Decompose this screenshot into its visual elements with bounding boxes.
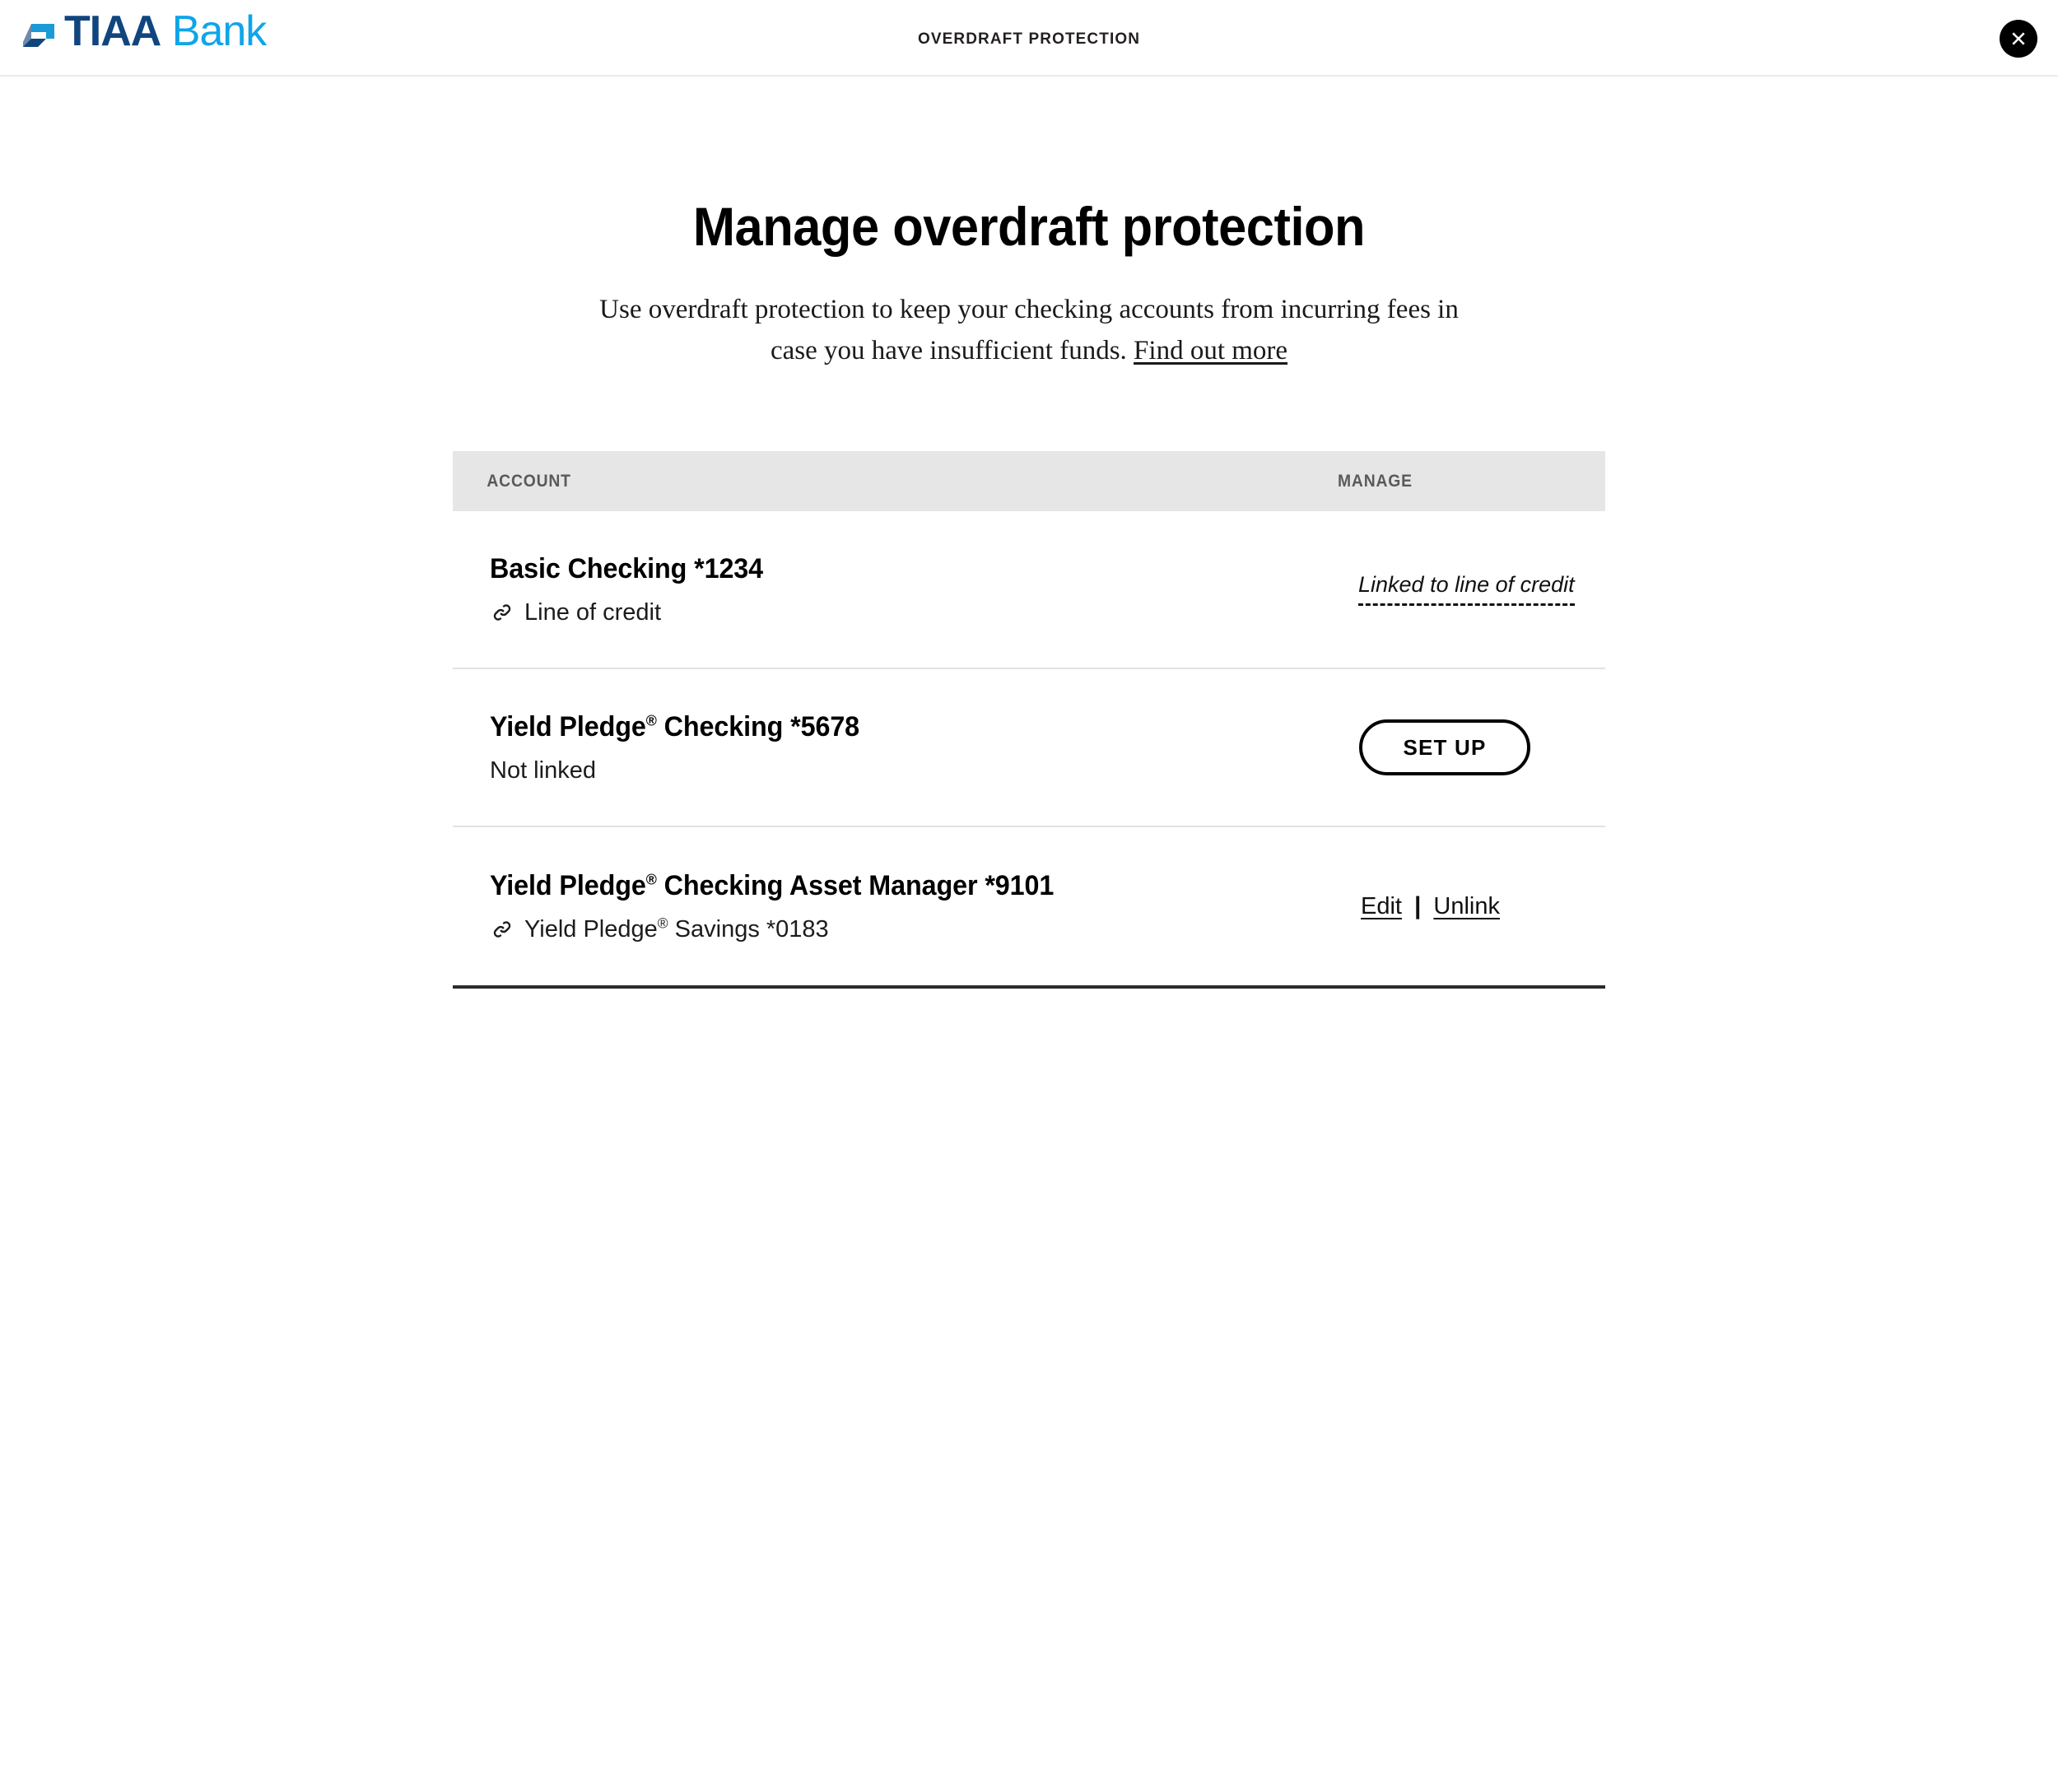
edit-link[interactable]: Edit xyxy=(1361,893,1402,920)
column-header-manage: MANAGE xyxy=(1338,471,1413,491)
top-bar: TIAA Bank OVERDRAFT PROTECTION xyxy=(0,0,2058,77)
table-row: Yield Pledge® Checking Asset Manager *91… xyxy=(453,827,1605,985)
account-linked-source: Not linked xyxy=(490,757,1301,784)
account-name-text: Basic Checking *1234 xyxy=(490,552,764,584)
account-linked-source: Yield Pledge® Savings *0183 xyxy=(490,915,1301,943)
account-name-text: Yield Pledge xyxy=(490,869,646,901)
chain-link-icon xyxy=(493,921,511,938)
account-cell: Yield Pledge® Checking *5678 Not linked xyxy=(453,711,1301,784)
account-name: Yield Pledge® Checking *5678 xyxy=(490,711,1260,743)
manage-cell: Linked to line of credit xyxy=(1301,573,1605,607)
manage-cell: SET UP xyxy=(1301,719,1605,776)
linked-source-text: Yield Pledge xyxy=(524,915,658,943)
registered-mark: ® xyxy=(657,915,668,932)
linked-source-label: Yield Pledge® Savings *0183 xyxy=(524,915,829,943)
linked-source-label: Not linked xyxy=(490,756,596,784)
status-badge: Linked to line of credit xyxy=(1358,573,1575,607)
account-linked-source: Line of credit xyxy=(490,599,1301,626)
page-subtitle: Use overdraft protection to keep your ch… xyxy=(580,255,1478,371)
account-name: Basic Checking *1234 xyxy=(490,553,1260,585)
unlink-link[interactable]: Unlink xyxy=(1433,893,1500,920)
account-name-text: Yield Pledge xyxy=(490,710,646,742)
overdraft-accounts-table: ACCOUNT MANAGE Basic Checking *1234 Line… xyxy=(453,451,1605,989)
registered-mark: ® xyxy=(645,870,657,888)
manage-cell: Edit | Unlink xyxy=(1301,892,1605,920)
account-name-text-suffix: Checking Asset Manager *9101 xyxy=(656,869,1055,901)
account-name: Yield Pledge® Checking Asset Manager *91… xyxy=(490,870,1260,902)
chain-link-icon xyxy=(493,604,511,621)
table-row: Basic Checking *1234 Line of credit Link… xyxy=(453,511,1605,670)
page-body: Manage overdraft protection Use overdraf… xyxy=(0,77,2058,989)
hero-section: Manage overdraft protection Use overdraf… xyxy=(0,77,2058,371)
page-header-title: OVERDRAFT PROTECTION xyxy=(917,30,1141,48)
account-cell: Yield Pledge® Checking Asset Manager *91… xyxy=(453,870,1301,943)
linked-source-text-suffix: Savings *0183 xyxy=(668,915,829,943)
page-subtitle-text: Use overdraft protection to keep your ch… xyxy=(599,295,1459,365)
table-row: Yield Pledge® Checking *5678 Not linked … xyxy=(453,669,1605,828)
find-out-more-link[interactable]: Find out more xyxy=(1134,336,1287,365)
page-title: Manage overdraft protection xyxy=(692,196,1366,257)
column-header-account: ACCOUNT xyxy=(487,471,571,491)
account-cell: Basic Checking *1234 Line of credit xyxy=(453,553,1301,626)
registered-mark: ® xyxy=(645,711,657,729)
set-up-button[interactable]: SET UP xyxy=(1359,719,1530,776)
close-button[interactable] xyxy=(2000,20,2037,58)
table-header-row: ACCOUNT MANAGE xyxy=(453,451,1605,512)
close-icon xyxy=(2012,32,2025,45)
action-separator: | xyxy=(1413,892,1422,920)
manage-link-actions: Edit | Unlink xyxy=(1361,892,1500,920)
account-name-text-suffix: Checking *5678 xyxy=(656,710,860,742)
linked-source-label: Line of credit xyxy=(524,598,662,626)
